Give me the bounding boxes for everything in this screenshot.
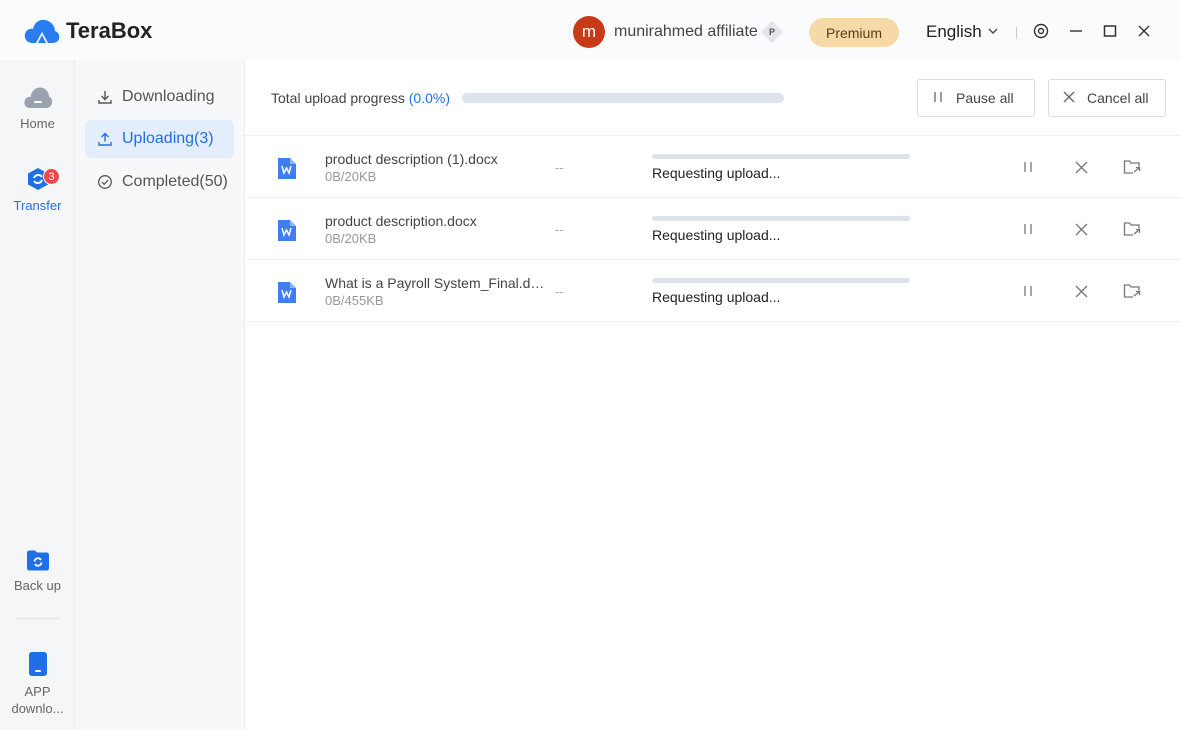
maximize-icon[interactable] — [1099, 20, 1121, 42]
tab-uploading-label: Uploading(3) — [122, 130, 214, 147]
upload-status: Requesting upload... — [652, 227, 781, 243]
nav-backup[interactable]: Back up — [0, 548, 75, 594]
check-circle-icon — [97, 174, 115, 190]
pause-icon[interactable] — [1019, 158, 1037, 176]
close-window-icon[interactable] — [1133, 20, 1155, 42]
minimize-icon[interactable] — [1065, 20, 1087, 42]
cancel-all-button[interactable]: Cancel all — [1048, 79, 1166, 117]
cancel-icon[interactable] — [1072, 220, 1090, 238]
file-name: product description (1).docx — [325, 151, 498, 167]
cancel-icon[interactable] — [1072, 158, 1090, 176]
username[interactable]: munirahmed affiliate — [614, 23, 758, 41]
pause-icon[interactable] — [1019, 220, 1037, 238]
title-bar: TeraBox m munirahmed affiliate P Premium… — [0, 0, 1181, 60]
total-progress-bar — [462, 93, 784, 103]
close-icon — [1063, 90, 1075, 106]
open-folder-icon[interactable] — [1123, 158, 1141, 176]
file-name: product description.docx — [325, 213, 477, 229]
nav-transfer[interactable]: 3 Transfer — [0, 166, 75, 214]
app-name: TeraBox — [66, 18, 153, 43]
word-file-icon — [278, 220, 296, 241]
settings-icon[interactable] — [1030, 20, 1052, 42]
nav-backup-label: Back up — [14, 578, 61, 593]
upload-status: Requesting upload... — [652, 289, 781, 305]
chevron-down-icon — [988, 26, 998, 38]
member-badge-icon: P — [760, 20, 784, 44]
upload-speed: -- — [555, 222, 564, 237]
tab-downloading-label: Downloading — [122, 88, 215, 105]
language-selector[interactable]: English — [926, 22, 998, 42]
pause-icon — [932, 90, 944, 106]
file-progress-bar — [652, 154, 910, 159]
word-file-icon — [278, 158, 296, 179]
upload-row[interactable]: product description.docx 0B/20KB -- Requ… — [245, 198, 1181, 260]
upload-row[interactable]: What is a Payroll System_Final.do... 0B/… — [245, 260, 1181, 322]
pause-all-button[interactable]: Pause all — [917, 79, 1035, 117]
download-icon — [97, 89, 115, 105]
title-divider — [1016, 27, 1017, 39]
upload-speed: -- — [555, 284, 564, 299]
nav-divider — [16, 618, 60, 619]
total-progress-percent: (0.0%) — [408, 90, 450, 106]
upload-speed: -- — [555, 160, 564, 175]
tab-completed[interactable]: Completed(50) — [85, 163, 234, 201]
premium-button[interactable]: Premium — [809, 18, 899, 47]
tab-uploading[interactable]: Uploading(3) — [85, 120, 234, 158]
upload-status: Requesting upload... — [652, 165, 781, 181]
app-logo: TeraBox — [24, 17, 152, 45]
file-name: What is a Payroll System_Final.do... — [325, 275, 547, 291]
user-account[interactable]: m munirahmed affiliate P — [573, 16, 784, 48]
file-size: 0B/455KB — [325, 293, 384, 308]
upload-row[interactable]: product description (1).docx 0B/20KB -- … — [245, 136, 1181, 198]
cancel-icon[interactable] — [1072, 282, 1090, 300]
left-navigation: Home 3 Transfer Back up APP downlo... — [0, 60, 75, 730]
nav-app-download[interactable]: APP downlo... — [0, 650, 75, 717]
cancel-all-label: Cancel all — [1087, 90, 1149, 106]
nav-app-download-label: APP downlo... — [11, 684, 64, 716]
home-cloud-icon — [23, 87, 52, 108]
open-folder-icon[interactable] — [1123, 282, 1141, 300]
open-folder-icon[interactable] — [1123, 220, 1141, 238]
nav-transfer-label: Transfer — [13, 198, 62, 213]
nav-home-label: Home — [20, 116, 55, 131]
upload-icon — [97, 131, 115, 147]
total-progress-label: Total upload progress (0.0%) — [271, 90, 450, 106]
upload-list-panel: Total upload progress (0.0%) Pause all C… — [245, 60, 1181, 730]
terabox-logo-icon — [24, 19, 60, 43]
nav-home[interactable]: Home — [0, 84, 75, 132]
pause-all-label: Pause all — [956, 90, 1014, 106]
transfer-count-badge: 3 — [43, 168, 60, 185]
phone-icon — [28, 652, 47, 676]
transfer-subnav: Downloading Uploading(3) Completed(50) — [75, 60, 245, 730]
file-progress-bar — [652, 216, 910, 221]
tab-downloading[interactable]: Downloading — [85, 78, 234, 116]
tab-completed-label: Completed(50) — [122, 173, 228, 190]
file-size: 0B/20KB — [325, 231, 377, 246]
language-label: English — [926, 22, 982, 41]
avatar[interactable]: m — [573, 16, 605, 48]
file-progress-bar — [652, 278, 910, 283]
backup-icon — [26, 550, 49, 571]
file-size: 0B/20KB — [325, 169, 377, 184]
pause-icon[interactable] — [1019, 282, 1037, 300]
word-file-icon — [278, 282, 296, 303]
total-progress-header: Total upload progress (0.0%) Pause all C… — [245, 60, 1181, 136]
